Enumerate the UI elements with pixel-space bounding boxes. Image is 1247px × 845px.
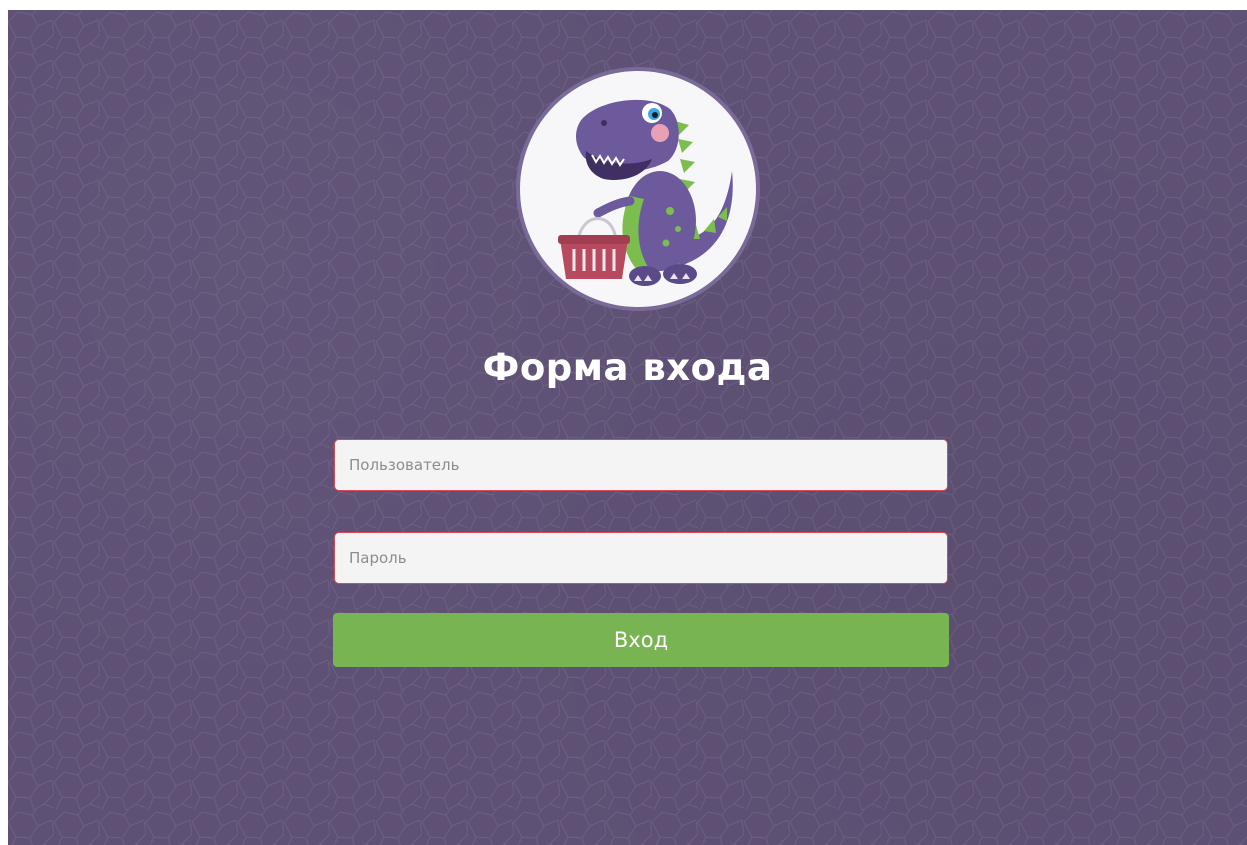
dinosaur-with-basket-icon — [516, 67, 760, 311]
login-button[interactable]: Вход — [333, 613, 949, 667]
page-title: Форма входа — [482, 346, 773, 389]
username-input[interactable] — [334, 439, 948, 491]
password-input[interactable] — [334, 532, 948, 584]
login-page: Форма входа Вход — [8, 10, 1247, 845]
